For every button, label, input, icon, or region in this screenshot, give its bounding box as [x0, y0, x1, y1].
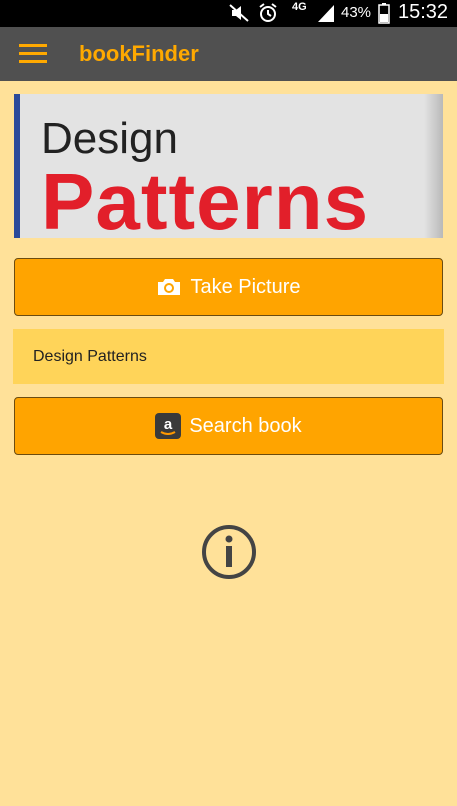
alarm-icon [259, 3, 277, 22]
camera-icon [156, 277, 182, 297]
book-title-field[interactable]: Design Patterns [13, 329, 444, 384]
app-bar: bookFinder [0, 27, 457, 81]
battery-percent: 43% [341, 4, 372, 21]
search-book-button[interactable]: a Search book [14, 397, 443, 455]
network-type-label: 4G [292, 1, 307, 13]
battery-icon [378, 3, 390, 24]
cover-edge [14, 94, 20, 238]
book-title-value: Design Patterns [33, 347, 147, 365]
svg-text:a: a [164, 416, 173, 433]
clock: 15:32 [398, 1, 449, 23]
menu-icon[interactable] [19, 43, 47, 65]
cover-text-line2: Patterns [41, 157, 370, 238]
take-picture-label: Take Picture [190, 275, 301, 298]
take-picture-button[interactable]: Take Picture [14, 258, 443, 316]
cover-shadow [424, 94, 443, 238]
book-cover-image: Design Patterns [14, 94, 443, 238]
signal-icon [318, 5, 334, 22]
status-bar: 4G 43% 15:32 [0, 0, 457, 27]
search-book-label: Search book [189, 414, 302, 437]
app-title: bookFinder [79, 41, 199, 66]
amazon-icon: a [155, 413, 182, 439]
info-icon[interactable] [201, 524, 257, 580]
mute-icon [229, 4, 249, 22]
